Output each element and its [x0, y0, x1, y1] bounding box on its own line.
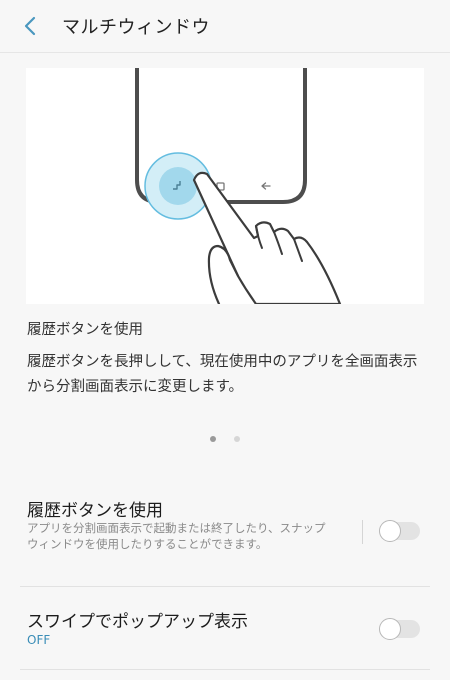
toggle-knob [379, 520, 401, 542]
toggle-knob [379, 618, 401, 640]
tutorial-illustration [26, 68, 424, 304]
setting-status: OFF [27, 633, 51, 647]
app-header: マルチウィンドウ [0, 0, 450, 53]
page-title: マルチウィンドウ [62, 17, 210, 38]
setting-title: スワイプでポップアップ表示 [27, 612, 248, 632]
swipe-popup-toggle[interactable] [379, 618, 420, 640]
divider [362, 520, 363, 544]
page-dot-2[interactable] [234, 436, 240, 442]
illustration-description: 履歴ボタンを長押しして、現在使用中のアプリを全画面表示から分割画面表示に変更しま… [27, 354, 418, 395]
setting-description: アプリを分割画面表示で起動または終了したり、スナップウィンドウを使用したりするこ… [27, 521, 326, 551]
illustration-title: 履歴ボタンを使用 [27, 322, 143, 338]
recents-button-toggle[interactable] [379, 520, 420, 542]
page-dot-1[interactable] [210, 436, 216, 442]
page-indicator[interactable] [0, 436, 450, 442]
separator [20, 669, 430, 670]
setting-title: 履歴ボタンを使用 [27, 501, 163, 521]
back-button[interactable] [14, 10, 46, 42]
setting-swipe-popup[interactable]: スワイプでポップアップ表示 OFF [0, 588, 450, 670]
phone-hand-illustration [135, 68, 342, 304]
separator [20, 586, 430, 587]
back-arrow-icon [24, 16, 36, 36]
setting-use-recents-button[interactable]: 履歴ボタンを使用 アプリを分割画面表示で起動または終了したり、スナップウィンドウ… [0, 488, 450, 586]
